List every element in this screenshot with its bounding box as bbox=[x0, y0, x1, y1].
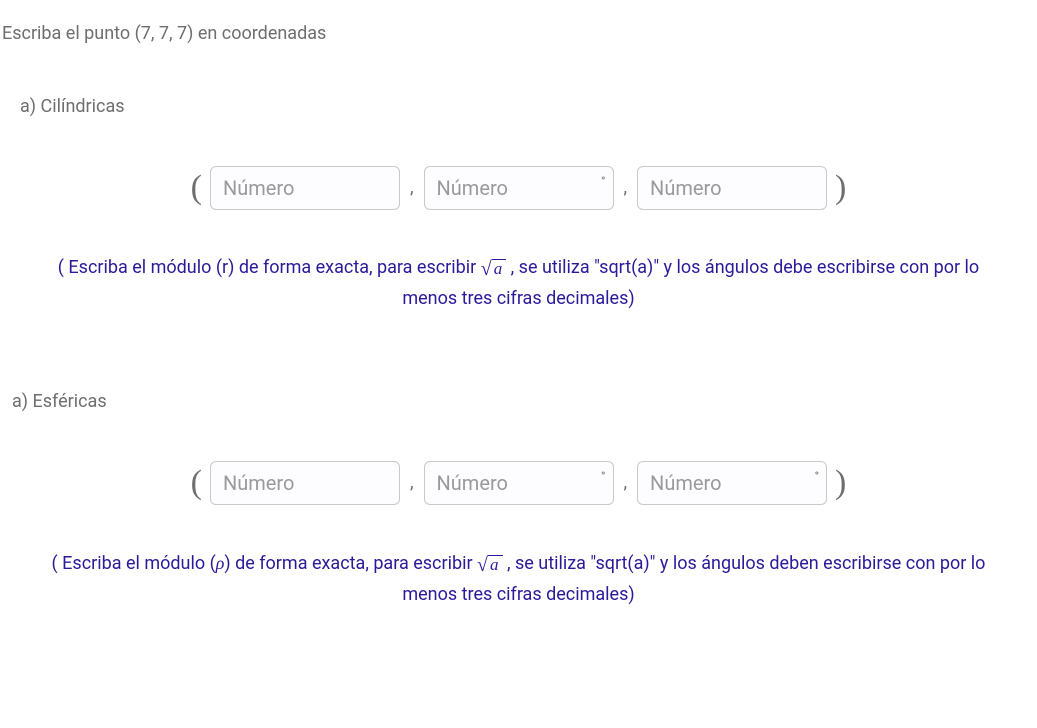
cylindrical-z-input[interactable] bbox=[637, 166, 827, 210]
degree-symbol: ° bbox=[601, 467, 605, 485]
comma: , bbox=[622, 469, 630, 496]
cylindrical-r-input[interactable] bbox=[210, 166, 400, 210]
comma: , bbox=[622, 174, 630, 201]
spherical-entry-row: ( , ° , ° ) bbox=[2, 457, 1035, 508]
open-paren: ( bbox=[191, 162, 202, 213]
comma: , bbox=[408, 174, 416, 201]
close-paren: ) bbox=[835, 457, 846, 508]
spherical-phi-input[interactable] bbox=[637, 461, 827, 505]
sqrt-icon: √a bbox=[481, 259, 506, 279]
cylindrical-hint: ( Escriba el módulo (r) de forma exacta,… bbox=[39, 253, 999, 314]
part-a-label: a) Cilíndricas bbox=[20, 93, 1035, 120]
spherical-rho-input[interactable] bbox=[210, 461, 400, 505]
spherical-hint: ( Escriba el módulo (ρ) de forma exacta,… bbox=[39, 548, 999, 610]
degree-symbol: ° bbox=[815, 467, 819, 485]
part-b-label: a) Esféricas bbox=[12, 388, 1035, 415]
cylindrical-theta-input[interactable] bbox=[424, 166, 614, 210]
sqrt-icon: √a bbox=[477, 555, 502, 575]
question-prompt: Escriba el punto (7, 7, 7) en coordenada… bbox=[2, 20, 1035, 47]
comma: , bbox=[408, 469, 416, 496]
close-paren: ) bbox=[835, 162, 846, 213]
spherical-theta-input[interactable] bbox=[424, 461, 614, 505]
cylindrical-entry-row: ( , ° , ) bbox=[2, 162, 1035, 213]
degree-symbol: ° bbox=[601, 172, 605, 190]
open-paren: ( bbox=[191, 457, 202, 508]
